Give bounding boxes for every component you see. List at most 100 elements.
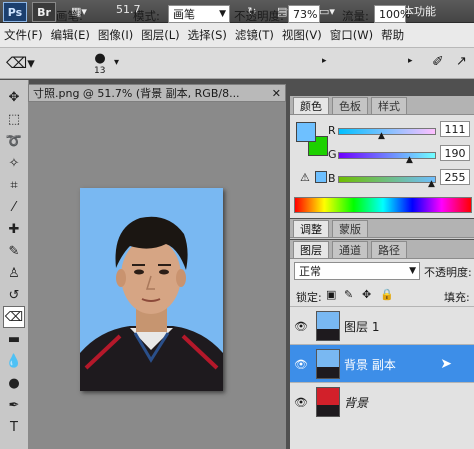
move-tool-icon[interactable]: ✥ [3,86,25,108]
tab-channels[interactable]: 通道 [332,241,368,258]
layer-thumbnail [316,387,340,417]
menu-window[interactable]: 窗口(W) [326,27,377,43]
green-slider[interactable] [338,148,436,162]
clone-stamp-tool-icon[interactable]: ♙ [3,262,25,284]
layer-thumbnail [316,349,340,379]
gradient-tool-icon[interactable]: ▬ [3,328,25,350]
magic-wand-tool-icon[interactable]: ✧ [3,152,25,174]
brush-dropdown-icon[interactable]: ▾ [114,57,119,68]
red-slider-thumb-icon[interactable]: ▲ [378,131,385,141]
brush-label: 画笔: [56,9,83,23]
mouse-cursor-icon: ➤ [440,356,452,372]
lock-all-icon[interactable]: 🔒 [380,288,394,301]
marquee-tool-icon[interactable]: ⬚ [3,108,25,130]
mode-label: 模式: [133,9,160,23]
brush-preview-icon[interactable]: ● [90,51,110,66]
red-slider[interactable] [338,124,436,138]
blur-tool-icon[interactable]: 💧 [3,350,25,372]
blue-slider-thumb-icon[interactable]: ▲ [428,179,435,189]
opacity-input[interactable]: 73% [288,5,320,23]
lock-position-icon[interactable]: ✥ [362,288,371,301]
flow-input[interactable]: 100% [374,5,410,23]
blend-mode-select[interactable]: 正常 ▼ [294,262,420,280]
green-value-input[interactable]: 190 [440,145,470,161]
photoshop-logo: Ps [3,2,27,22]
layer-name[interactable]: 图层 1 [344,318,379,335]
blue-slider[interactable] [338,172,436,186]
tab-swatches[interactable]: 色板 [332,97,368,114]
layer-name[interactable]: 背景 [344,394,368,411]
lock-label: 锁定: [296,291,322,304]
opacity-dropdown-icon[interactable]: ▸ [322,56,327,66]
layer-row-selected[interactable]: 👁 背景 副本 ➤ [290,344,474,383]
document-tab[interactable]: 寸照.png @ 51.7% (背景 副本, RGB/8... ✕ [28,84,286,102]
eyedropper-tool-icon[interactable]: ⁄ [3,196,25,218]
menu-file[interactable]: 文件(F) [0,27,47,43]
red-value-input[interactable]: 111 [440,121,470,137]
flow-label: 流量: [342,9,369,23]
opacity-label: 不透明度: [234,9,284,23]
brush-size: 13 [94,66,106,76]
dodge-tool-icon[interactable]: ● [3,372,25,394]
crop-tool-icon[interactable]: ⌗ [3,174,25,196]
menu-edit[interactable]: 编辑(E) [47,27,94,43]
menu-bar: 文件(F) 编辑(E) 图像(I) 图层(L) 选择(S) 滤镜(T) 视图(V… [0,23,474,48]
tab-layers[interactable]: 图层 [293,241,329,258]
history-brush-tool-icon[interactable]: ↺ [3,284,25,306]
portrait-photo [80,188,223,391]
chevron-down-icon: ▼ [409,266,416,276]
eye-icon[interactable]: 👁 [290,396,312,409]
mode-select[interactable]: 画笔 ▼ [168,5,230,23]
menu-help[interactable]: 帮助 [377,27,408,43]
foreground-color-swatch[interactable] [296,122,316,142]
lock-pixels-icon[interactable]: ✎ [344,288,353,301]
adjustments-tabs: 调整 蒙版 [290,219,474,238]
menu-view[interactable]: 视图(V) [278,27,326,43]
layer-row[interactable]: 👁 背景 [290,382,474,421]
green-label: G [328,148,337,161]
eye-icon[interactable]: 👁 [290,358,312,371]
layer-opacity-label: 不透明度: [424,266,472,279]
chevron-down-icon: ▼ [219,9,226,19]
flow-dropdown-icon[interactable]: ▸ [408,56,413,66]
brush-tool-icon[interactable]: ✎ [3,240,25,262]
blue-label: B [328,172,336,185]
color-panel-tabs: 颜色 色板 样式 [290,96,474,115]
spot-healing-tool-icon[interactable]: ✚ [3,218,25,240]
airbrush-icon[interactable]: ✐ [432,54,444,70]
tab-masks[interactable]: 蒙版 [332,220,368,237]
erase-to-history-icon[interactable]: ↗ [456,54,467,69]
mode-value: 画笔 [173,8,195,21]
tab-adjustments[interactable]: 调整 [293,220,329,237]
options-bar [0,48,474,79]
menu-image[interactable]: 图像(I) [94,27,137,43]
eraser-tool-preset-icon[interactable]: ⌫▾ [6,54,35,72]
document-title: 寸照.png @ 51.7% (背景 副本, RGB/8... [33,87,240,100]
color-spectrum-bar[interactable] [294,197,472,213]
close-document-icon[interactable]: ✕ [272,87,285,100]
tab-color[interactable]: 颜色 [293,97,329,114]
lock-transparency-icon[interactable]: ▣ [326,288,336,301]
type-tool-icon[interactable]: T [3,416,25,438]
layer-thumbnail [316,311,340,341]
bridge-button[interactable]: Br [32,2,56,22]
eye-icon[interactable]: 👁 [290,320,312,333]
pen-tool-icon[interactable]: ✒ [3,394,25,416]
layers-panel-tabs: 图层 通道 路径 [290,240,474,259]
tab-paths[interactable]: 路径 [371,241,407,258]
menu-layer[interactable]: 图层(L) [137,27,183,43]
layer-row[interactable]: 👁 图层 1 [290,306,474,345]
menu-filter[interactable]: 滤镜(T) [231,27,278,43]
layer-name[interactable]: 背景 副本 [344,356,396,373]
eraser-tool-icon[interactable]: ⌫ [3,306,25,328]
out-of-gamut-warning-icon[interactable]: ⚠ [300,171,310,184]
blue-value-input[interactable]: 255 [440,169,470,185]
gamut-swatch[interactable] [315,171,327,183]
green-slider-thumb-icon[interactable]: ▲ [406,155,413,165]
fill-label: 填充: [444,291,470,304]
lasso-tool-icon[interactable]: ➰ [3,130,25,152]
tab-styles[interactable]: 样式 [371,97,407,114]
blend-mode-value: 正常 [299,265,321,278]
menu-select[interactable]: 选择(S) [184,27,231,43]
red-label: R [328,124,336,137]
